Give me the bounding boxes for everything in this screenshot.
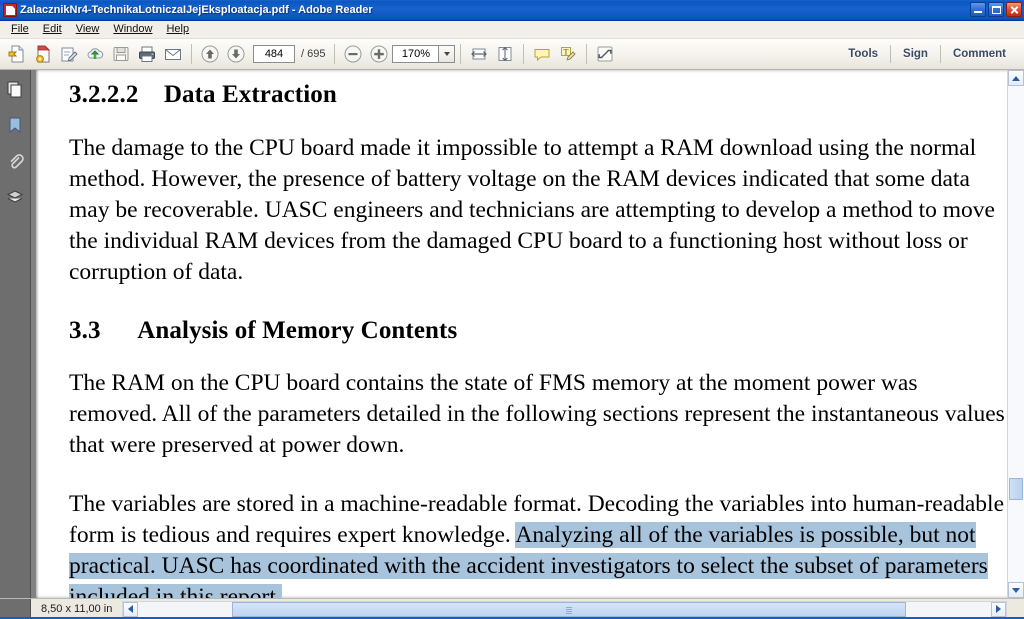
window-controls [970, 2, 1022, 17]
toolbar-separator [191, 44, 192, 64]
fit-width-icon[interactable] [466, 42, 492, 66]
scroll-down-arrow-icon [1012, 587, 1020, 593]
svg-text:T: T [564, 48, 569, 57]
vertical-scroll-track[interactable] [1008, 86, 1024, 582]
navigation-pane [0, 70, 31, 598]
zoom-level-input[interactable]: 170% [392, 45, 439, 63]
menu-file[interactable]: File [4, 22, 36, 37]
scroll-up-button[interactable] [1008, 70, 1024, 86]
comment-button[interactable]: Comment [941, 39, 1018, 69]
vertical-scroll-thumb[interactable] [1009, 477, 1023, 500]
close-button[interactable] [1006, 2, 1022, 17]
title-bar: ZalacznikNr4-TechnikaLotniczaIJejEksploa… [0, 0, 1024, 21]
window-title: ZalacznikNr4-TechnikaLotniczaIJejEksploa… [20, 4, 373, 16]
minus-circle-icon[interactable] [340, 42, 366, 66]
pdf-page: 3.2.2.2 Data Extraction The damage to th… [36, 70, 1024, 598]
email-icon[interactable] [160, 42, 186, 66]
horizontal-scrollbar[interactable] [122, 600, 1007, 618]
menu-help[interactable]: Help [159, 22, 196, 37]
toolbar-separator-2 [334, 44, 336, 64]
create-pdf-icon[interactable] [30, 42, 56, 66]
menu-view-label: View [75, 23, 100, 35]
chevron-down-icon [443, 52, 450, 56]
highlight-text-icon[interactable]: T [555, 42, 581, 66]
paragraph-variables: The variables are stored in a machine-re… [69, 489, 1010, 598]
horizontal-scroll-track[interactable] [138, 601, 991, 617]
page-separator: / [301, 48, 305, 60]
scroll-down-button[interactable] [1008, 582, 1024, 598]
upload-cloud-icon[interactable] [82, 42, 108, 66]
arrow-up-icon[interactable] [197, 42, 223, 66]
menu-view[interactable]: View [69, 22, 107, 37]
page-number-input[interactable]: 484 [253, 45, 295, 63]
plus-circle-icon[interactable] [366, 42, 392, 66]
toolbar-separator-4 [523, 44, 525, 64]
resize-corner [1008, 599, 1024, 619]
adobe-reader-window: ZalacznikNr4-TechnikaLotniczaIJejEksploa… [0, 0, 1024, 619]
print-icon[interactable] [134, 42, 160, 66]
document-viewport[interactable]: 3.2.2.2 Data Extraction The damage to th… [31, 70, 1024, 598]
fullscreen-icon[interactable] [592, 42, 618, 66]
sign-document-icon[interactable] [56, 42, 82, 66]
save-icon[interactable] [108, 42, 134, 66]
pdf-page-content: 3.2.2.2 Data Extraction The damage to th… [69, 80, 1010, 598]
tools-button[interactable]: Tools [836, 39, 890, 69]
scroll-thumb-grip [565, 606, 572, 614]
toolbar-right-group: Tools Sign Comment [836, 39, 1018, 69]
page-count-label: / 695 [301, 48, 325, 60]
page-dimensions-label: 8,50 x 11,00 in [41, 603, 113, 615]
menu-bar: File Edit View Window Help [0, 21, 1024, 39]
workspace: 3.2.2.2 Data Extraction The damage to th… [0, 70, 1024, 598]
vertical-scrollbar[interactable] [1007, 70, 1024, 598]
scroll-up-arrow-icon [1012, 75, 1020, 81]
menu-window-label: Window [113, 23, 153, 35]
zoom-dropdown-button[interactable] [438, 45, 456, 63]
toolbar-separator-3 [460, 44, 462, 64]
restore-button[interactable] [988, 2, 1004, 17]
sign-button[interactable]: Sign [891, 39, 940, 69]
section-heading-33: 3.3 Analysis of Memory Contents [69, 317, 458, 344]
bookmarks-icon[interactable] [4, 114, 26, 136]
status-bar-navpane-spacer [0, 599, 31, 619]
menu-help-label: Help [166, 23, 190, 35]
pdf-document-icon [3, 3, 17, 17]
section-heading-3222: 3.2.2.2 Data Extraction [69, 81, 337, 108]
arrow-down-icon[interactable] [223, 42, 249, 66]
sticky-note-icon[interactable] [529, 42, 555, 66]
scroll-left-button[interactable] [123, 601, 139, 617]
menu-edit[interactable]: Edit [36, 22, 69, 37]
chevron-right-icon [996, 605, 1001, 613]
scroll-right-button[interactable] [991, 601, 1006, 617]
menu-edit-label: Edit [42, 23, 62, 35]
menu-file-label: File [11, 23, 29, 35]
paragraph-data-extraction: The damage to the CPU board made it impo… [69, 135, 995, 285]
layers-icon[interactable] [4, 186, 26, 208]
toolbar-separator-5 [586, 44, 588, 64]
horizontal-scroll-thumb[interactable] [232, 601, 906, 617]
chevron-left-icon [128, 605, 134, 613]
fit-page-icon[interactable] [492, 42, 518, 66]
total-pages: 695 [307, 48, 326, 60]
page-thumbnails-icon[interactable] [4, 78, 26, 100]
status-bar: 8,50 x 11,00 in [0, 598, 1024, 619]
main-toolbar: 484 / 695 170% T Tools Sign Comment [0, 39, 1024, 70]
attachments-icon[interactable] [4, 150, 26, 172]
minimize-button[interactable] [970, 2, 986, 17]
menu-window[interactable]: Window [106, 22, 159, 37]
open-file-icon[interactable] [4, 42, 30, 66]
paragraph-memory-contents: The RAM on the CPU board contains the st… [69, 370, 1005, 458]
